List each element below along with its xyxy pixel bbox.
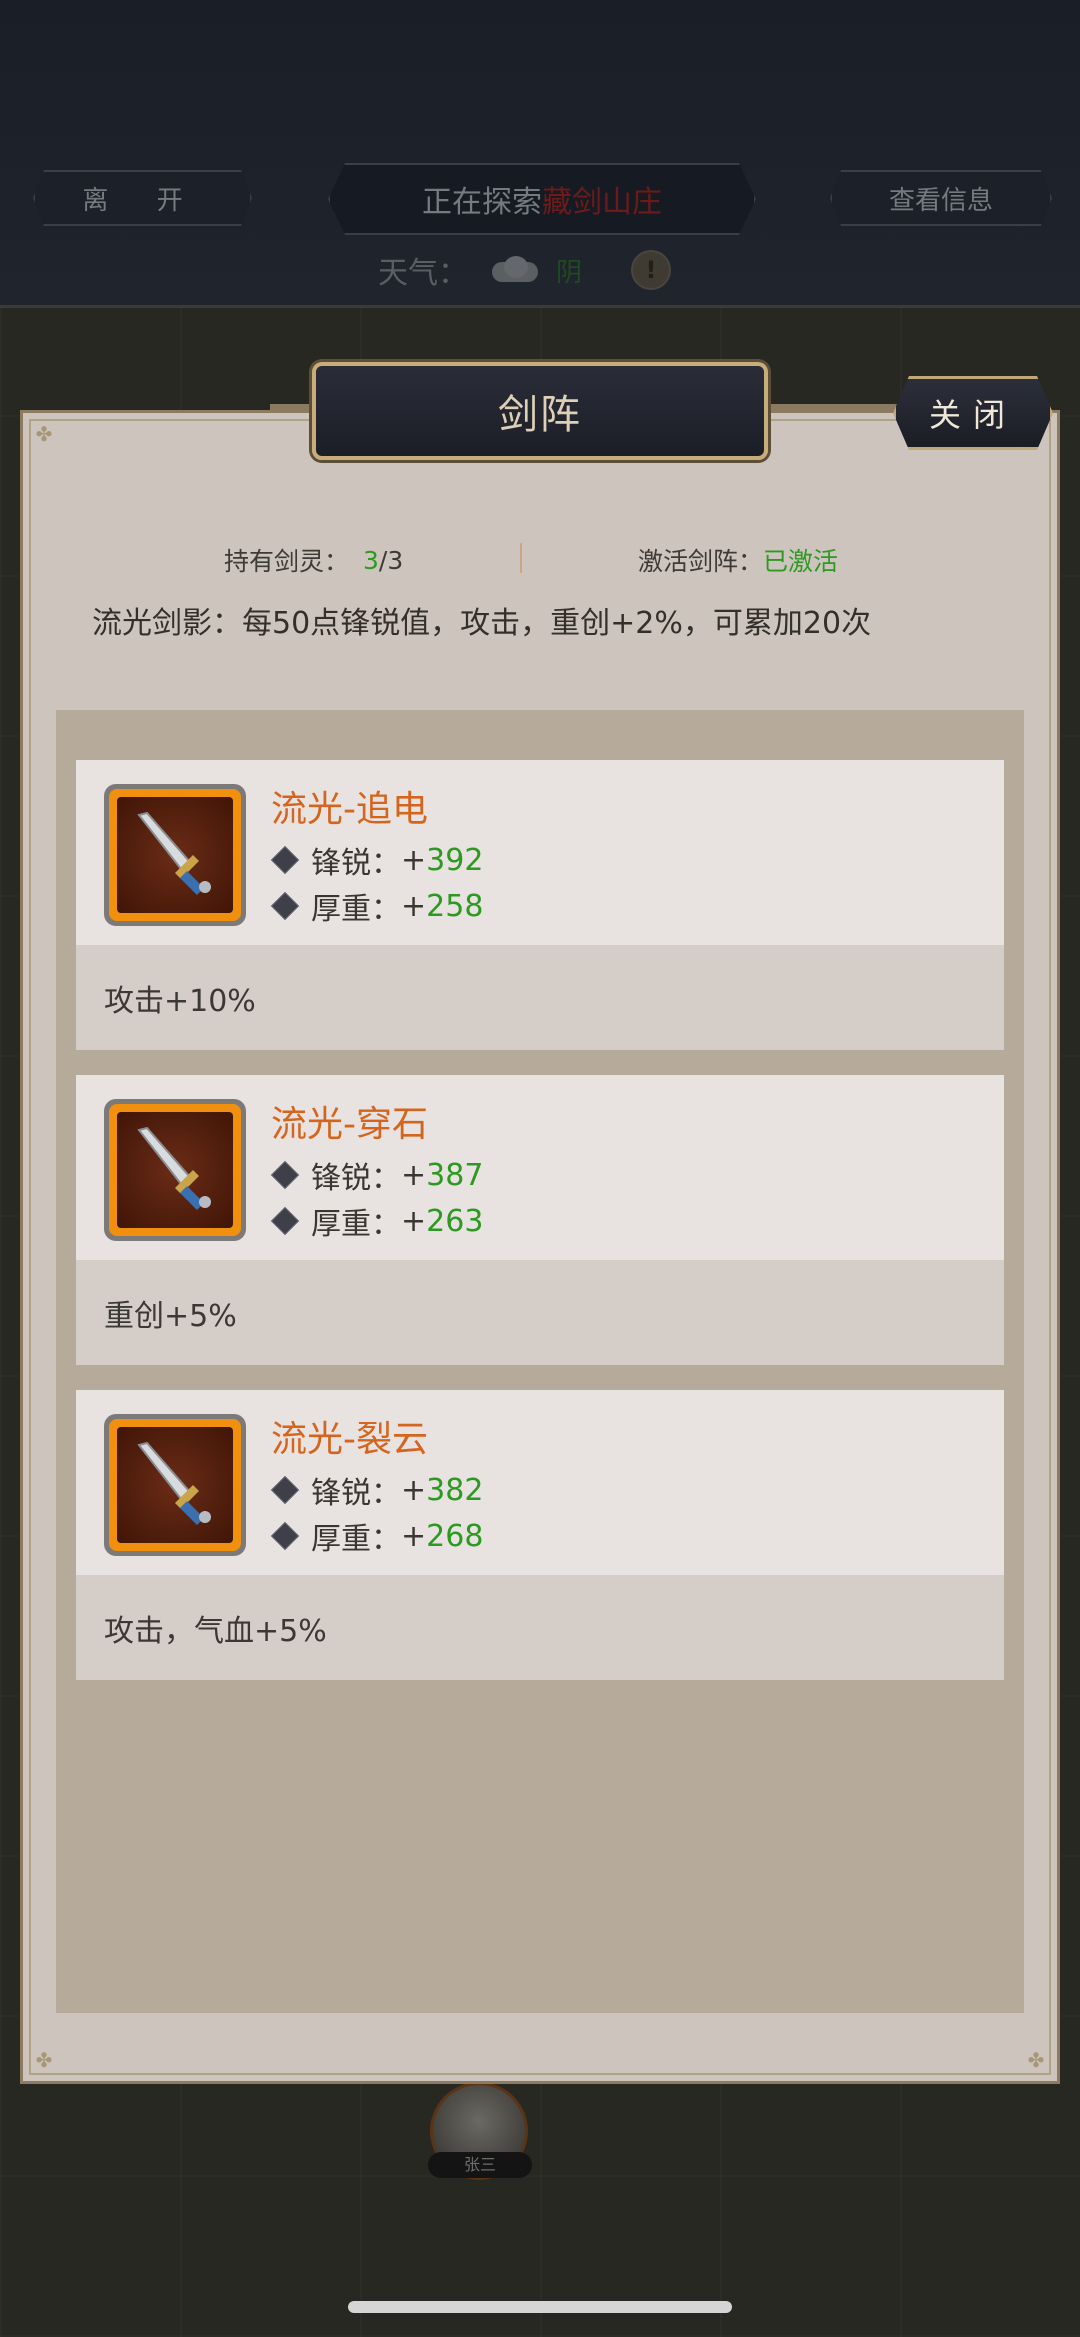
sword-icon [117,797,233,913]
held-label: 持有剑灵： [224,547,350,576]
activate-value: 已激活 [763,547,839,576]
plus-sign: + [401,1203,427,1239]
weather-row: 天气： 阴 [378,248,582,292]
sword-graphic [137,1126,211,1211]
activate-status: 激活剑阵： 已激活 [638,540,838,580]
card-bonus: 攻击+10% [76,945,1004,1050]
sword-icon-frame[interactable] [104,1414,246,1556]
stat-number: 268 [426,1518,484,1554]
sword-name: 流光-追电 [271,789,428,830]
heavy-stat: 厚重： +268 [270,1514,483,1558]
plus-sign: + [401,1472,427,1508]
title-wing-right [762,404,902,410]
heavy-stat: 厚重： +258 [270,884,483,928]
diamond-icon [270,845,300,875]
stat-number: 382 [426,1472,484,1508]
activate-label: 激活剑阵： [638,547,764,576]
diamond-icon [270,1160,300,1190]
card-bonus: 重创+5% [76,1260,1004,1365]
close-button[interactable]: 关闭 [893,376,1053,450]
avatar-name: 张三 [428,2152,532,2178]
sword-icon [117,1112,233,1228]
diamond-icon [270,1475,300,1505]
card-header: 流光-裂云 锋锐： +382 厚重： +268 [76,1390,1004,1575]
sharp-label: 锋锐： [311,1476,401,1511]
sword-icon-frame[interactable] [104,1099,246,1241]
diamond-icon [270,1206,300,1236]
sword-graphic [137,811,211,896]
sharp-stat: 锋锐： +382 [270,1468,483,1512]
plus-sign: + [401,888,427,924]
icon-border [109,789,241,921]
held-spirits: 持有剑灵： 3/3 [224,540,403,580]
panel-title: 剑阵 [312,362,768,460]
heavy-value: +263 [401,1204,483,1239]
heavy-value: +268 [401,1519,483,1554]
stat-number: 258 [426,888,484,924]
plus-sign: + [401,1518,427,1554]
icon-border [109,1419,241,1551]
sword-card[interactable]: 流光-穿石 锋锐： +387 厚重： +263 重创+5% [76,1075,1004,1365]
exploring-banner: 正在探索 藏剑山庄 [328,163,756,235]
weather-label: 天气： [378,256,468,291]
icon-border [109,1104,241,1236]
card-bonus: 攻击，气血+5% [76,1575,1004,1680]
diamond-icon [270,1521,300,1551]
sharp-label: 锋锐： [311,846,401,881]
view-info-button[interactable]: 查看信息 [830,170,1052,226]
card-header: 流光-追电 锋锐： +392 厚重： +258 [76,760,1004,945]
warning-icon[interactable]: ! [631,250,671,290]
heavy-value: +258 [401,889,483,924]
sharp-value: +387 [401,1158,483,1193]
exploring-location: 藏剑山庄 [542,185,662,220]
sword-card[interactable]: 流光-裂云 锋锐： +382 厚重： +268 攻击，气血+5% [76,1390,1004,1680]
cloud-icon [486,256,542,284]
corner-ornament-icon: ✤ [35,422,53,446]
sharp-stat: 锋锐： +392 [270,838,483,882]
sword-icon [117,1427,233,1543]
top-bar: 离 开 正在探索 藏剑山庄 查看信息 天气： 阴 ! [0,0,1080,308]
plus-sign: + [401,842,427,878]
card-header: 流光-穿石 锋锐： +387 厚重： +263 [76,1075,1004,1260]
home-indicator[interactable] [348,2301,732,2313]
sword-graphic [137,1441,211,1526]
stat-number: 387 [426,1157,484,1193]
stat-number: 392 [426,842,484,878]
heavy-stat: 厚重： +263 [270,1199,483,1243]
leave-button[interactable]: 离 开 [33,170,252,226]
sharp-label: 锋锐： [311,1161,401,1196]
sword-name: 流光-裂云 [271,1419,428,1460]
stat-number: 263 [426,1203,484,1239]
heavy-label: 厚重： [311,1207,401,1242]
sharp-stat: 锋锐： +387 [270,1153,483,1197]
weather-value: 阴 [556,257,583,288]
sword-icon-frame[interactable] [104,784,246,926]
heavy-label: 厚重： [311,892,401,927]
array-effect-text: 流光剑影：每50点锋锐值，攻击，重创+2%，可累加20次 [92,606,872,641]
corner-ornament-icon: ✤ [1027,2048,1045,2072]
corner-ornament-icon: ✤ [35,2048,53,2072]
exploring-prefix: 正在探索 [422,185,542,220]
held-total: /3 [378,545,404,575]
diamond-icon [270,891,300,921]
sharp-value: +382 [401,1473,483,1508]
plus-sign: + [401,1157,427,1193]
sword-name: 流光-穿石 [271,1104,428,1145]
sword-card[interactable]: 流光-追电 锋锐： +392 厚重： +258 攻击+10% [76,760,1004,1050]
heavy-label: 厚重： [311,1522,401,1557]
summary-divider [520,543,522,573]
held-value: 3 [363,545,379,575]
sharp-value: +392 [401,843,483,878]
title-wing-left [270,404,318,410]
